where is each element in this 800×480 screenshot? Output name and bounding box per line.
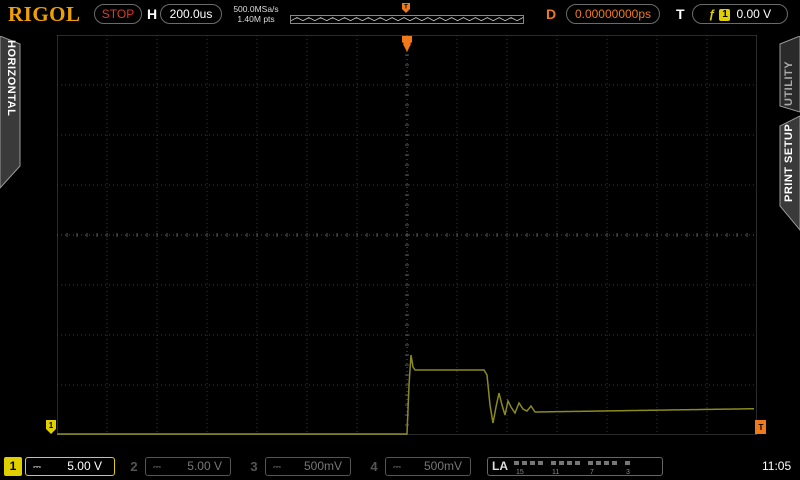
la-channel-block	[604, 461, 609, 465]
waveform-display[interactable]	[57, 35, 757, 435]
la-channel-block	[612, 461, 617, 465]
la-channel-block	[625, 461, 630, 465]
channel-4-scale[interactable]: ⎓ 500mV	[385, 457, 471, 476]
horizontal-label: H	[147, 6, 158, 22]
channel-2-button[interactable]: 2	[127, 457, 141, 476]
la-channel-block	[514, 461, 519, 465]
svg-text:T: T	[404, 5, 408, 11]
trigger-time-marker-icon[interactable]	[401, 36, 413, 54]
la-group-label: 3	[626, 469, 630, 475]
delay-value[interactable]: 0.00000000ps	[566, 4, 660, 24]
dc-coupling-icon: ⎓	[153, 462, 161, 473]
trigger-settings[interactable]: ƒ 1 0.00 V	[692, 4, 788, 24]
trigger-level-marker-icon[interactable]: T	[755, 419, 767, 435]
channel-3-button[interactable]: 3	[247, 457, 261, 476]
logic-analyzer-button[interactable]: LA 15 11 7 3	[487, 457, 663, 476]
print-setup-menu-label: PRINT SETUP	[783, 123, 795, 202]
la-channel-block	[567, 461, 572, 465]
sample-rate: 500.0MSa/s	[233, 4, 279, 14]
channel-2-scale[interactable]: ⎓ 5.00 V	[145, 457, 231, 476]
dc-coupling-icon: ⎓	[273, 462, 281, 473]
system-clock: 11:05	[762, 459, 792, 473]
la-group-label: 7	[590, 469, 594, 475]
acquisition-info: 500.0MSa/s 1.40M pts	[228, 4, 284, 24]
la-channel-block	[575, 461, 580, 465]
delay-label: D	[546, 6, 557, 22]
timebase-value[interactable]: 200.0us	[160, 4, 222, 24]
trigger-source: 1	[719, 9, 731, 21]
memory-depth: 1.40M pts	[237, 14, 275, 24]
svg-text:1: 1	[49, 421, 54, 430]
la-group-label: 15	[516, 469, 524, 475]
dc-coupling-icon: ⎓	[393, 462, 401, 473]
la-channel-block	[530, 461, 535, 465]
la-channel-block	[551, 461, 556, 465]
channel-3-scale[interactable]: ⎓ 500mV	[265, 457, 351, 476]
brand-logo: RIGOL	[8, 2, 81, 26]
channel-1-scale[interactable]: ⎓ 5.00 V	[25, 457, 115, 476]
svg-text:T: T	[759, 423, 764, 432]
channel-1-ground-marker-icon[interactable]: 1	[45, 419, 57, 435]
la-group-label: 11	[552, 469, 559, 475]
channel-1-button[interactable]: 1	[4, 457, 22, 476]
status-bar: RIGOL STOP H 200.0us 500.0MSa/s 1.40M pt…	[0, 0, 800, 28]
trigger-position-marker-icon: T	[402, 3, 410, 13]
run-stop-status[interactable]: STOP	[94, 4, 142, 24]
channel-4-button[interactable]: 4	[367, 457, 381, 476]
dc-coupling-icon: ⎓	[33, 462, 41, 473]
trigger-level: 0.00 V	[736, 7, 772, 21]
la-channel-block	[538, 461, 543, 465]
la-channel-block	[588, 461, 593, 465]
logic-analyzer-label: LA	[492, 459, 508, 473]
la-channel-block	[522, 461, 527, 465]
memory-waveform-overview	[290, 15, 524, 24]
logic-channel-map: 15 11 7 3	[514, 461, 630, 475]
rising-edge-icon: ƒ	[708, 7, 716, 21]
la-channel-block	[559, 461, 564, 465]
channel-bar: 1 ⎓ 5.00 V 2 ⎓ 5.00 V 3 ⎓ 500mV 4 ⎓ 500mV LA…	[0, 453, 800, 480]
utility-menu-label: UTILITY	[783, 60, 795, 106]
la-channel-block	[596, 461, 601, 465]
horizontal-menu-label: HORIZONTAL	[5, 40, 17, 117]
trigger-label: T	[676, 6, 685, 22]
